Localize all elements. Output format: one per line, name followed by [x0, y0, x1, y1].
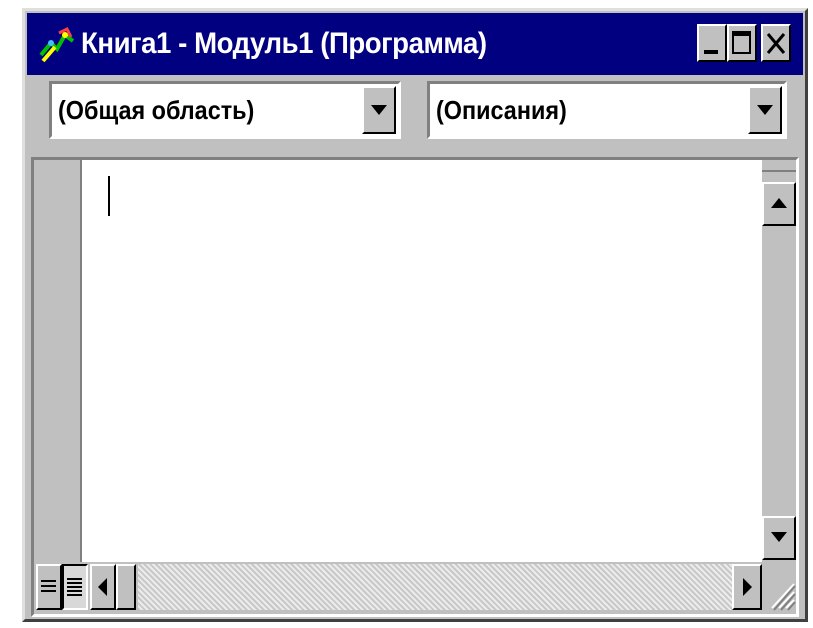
- text-cursor: [108, 176, 110, 216]
- procedure-combo-value: (Описания): [436, 95, 567, 125]
- procedure-view-icon: [41, 580, 56, 592]
- scroll-up-button[interactable]: [762, 182, 796, 226]
- close-button[interactable]: [761, 24, 791, 62]
- object-combo-value: (Общая область): [58, 95, 255, 125]
- code-window: Книга1 - Модуль1 (Программа) (Общая обла…: [22, 8, 808, 622]
- object-combo[interactable]: (Общая область): [49, 81, 401, 139]
- chevron-left-icon: [98, 578, 107, 596]
- scroll-down-button[interactable]: [762, 516, 796, 560]
- scroll-left-button[interactable]: [90, 564, 116, 610]
- resize-grip-icon[interactable]: [764, 564, 796, 612]
- maximize-button[interactable]: [727, 24, 757, 62]
- code-editor: [31, 157, 799, 617]
- minimize-icon: [704, 50, 718, 54]
- close-icon: [766, 33, 786, 54]
- horizontal-scroll-thumb[interactable]: [116, 564, 136, 610]
- maximize-icon: [732, 31, 751, 54]
- chevron-up-icon: [771, 198, 787, 208]
- procedure-view-button[interactable]: [36, 564, 62, 610]
- chevron-right-icon: [743, 578, 752, 596]
- minimize-button[interactable]: [697, 24, 727, 62]
- horizontal-scrollbar-track[interactable]: [138, 564, 762, 610]
- procedure-combo[interactable]: (Описания): [427, 81, 787, 139]
- margin-indicator-bar[interactable]: [34, 160, 82, 562]
- full-module-view-button[interactable]: [62, 564, 88, 610]
- object-combo-dropdown-button[interactable]: [362, 86, 396, 134]
- chevron-down-icon: [771, 532, 787, 542]
- code-text-area[interactable]: [82, 160, 762, 562]
- split-bar-handle[interactable]: [762, 160, 796, 172]
- vba-module-icon: [39, 26, 75, 63]
- bottom-bar: [34, 562, 796, 614]
- chevron-down-icon: [757, 105, 773, 115]
- vertical-scrollbar[interactable]: [762, 160, 796, 562]
- scroll-right-button[interactable]: [732, 564, 762, 610]
- title-bar[interactable]: Книга1 - Модуль1 (Программа): [27, 13, 803, 75]
- window-title: Книга1 - Модуль1 (Программа): [81, 27, 487, 60]
- full-module-view-icon: [67, 578, 82, 596]
- chevron-down-icon: [371, 105, 387, 115]
- procedure-combo-dropdown-button[interactable]: [748, 86, 782, 134]
